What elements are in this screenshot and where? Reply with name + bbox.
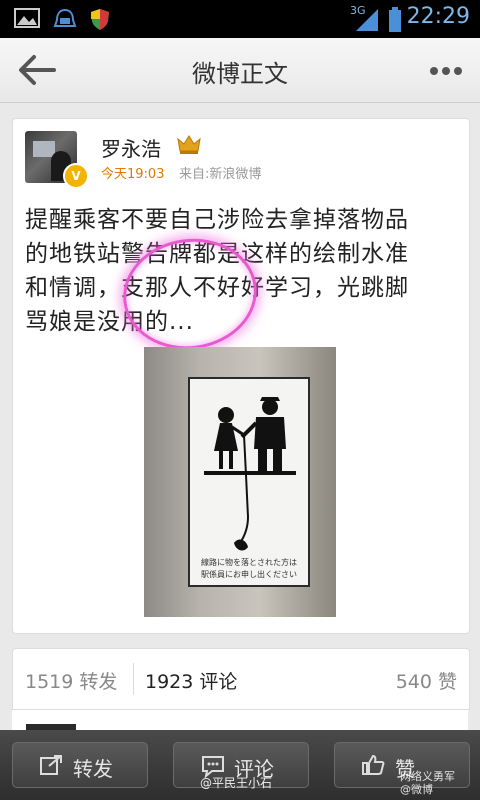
clock: 22:29 bbox=[406, 4, 470, 29]
page-title: 微博正文 bbox=[192, 60, 288, 88]
watermark-right: 网络义勇军 @微博 bbox=[400, 770, 455, 796]
crown-icon bbox=[177, 133, 201, 155]
more-dots-icon[interactable] bbox=[428, 56, 464, 86]
image-caption-line: 駅係員にお申し出ください bbox=[201, 570, 297, 579]
divider bbox=[133, 663, 134, 695]
status-bar: 3G 22:29 bbox=[0, 0, 480, 38]
comment-count[interactable]: 1923 评论 bbox=[145, 667, 237, 694]
notification-icon bbox=[52, 7, 78, 35]
username[interactable]: 罗永浩 bbox=[101, 133, 161, 162]
watermark-right-line: 网络义勇军 bbox=[400, 770, 455, 783]
warning-sign: 線路に物を落とされた方は 駅係員にお申し出ください bbox=[188, 377, 310, 587]
gallery-icon bbox=[14, 7, 40, 33]
post-text-line: 提醒乘客不要自己涉险去拿掉落物品 bbox=[25, 207, 409, 233]
watermark-left: @平民王小石 bbox=[200, 776, 273, 790]
watermark-right-line: @微博 bbox=[400, 783, 433, 796]
thumbs-up-icon bbox=[361, 754, 385, 781]
like-count[interactable]: 540 赞 bbox=[396, 667, 457, 694]
post-time: 今天19:03 bbox=[101, 167, 165, 182]
battery-icon bbox=[388, 7, 402, 37]
repost-label: 转发 bbox=[73, 757, 113, 781]
repost-button[interactable]: 转发 bbox=[12, 742, 148, 788]
stats-bar: 1519 转发 1923 评论 540 赞 bbox=[12, 648, 470, 710]
sign-illustration bbox=[204, 397, 296, 551]
repost-icon bbox=[39, 754, 63, 781]
post-source: 来自:新浪微博 bbox=[179, 167, 262, 182]
repost-count[interactable]: 1519 转发 bbox=[25, 667, 117, 694]
post-card: V 罗永浩 今天19:03 来自:新浪微博 提醒乘客不要自己涉险去拿掉落物品 的… bbox=[12, 118, 470, 634]
verified-badge-icon: V bbox=[63, 163, 89, 189]
post-image[interactable]: 線路に物を落とされた方は 駅係員にお申し出ください bbox=[144, 347, 336, 617]
title-bar: 微博正文 bbox=[0, 38, 480, 103]
image-caption-line: 線路に物を落とされた方は bbox=[201, 558, 297, 567]
signal-icon bbox=[354, 7, 380, 37]
shield-icon bbox=[88, 7, 112, 35]
